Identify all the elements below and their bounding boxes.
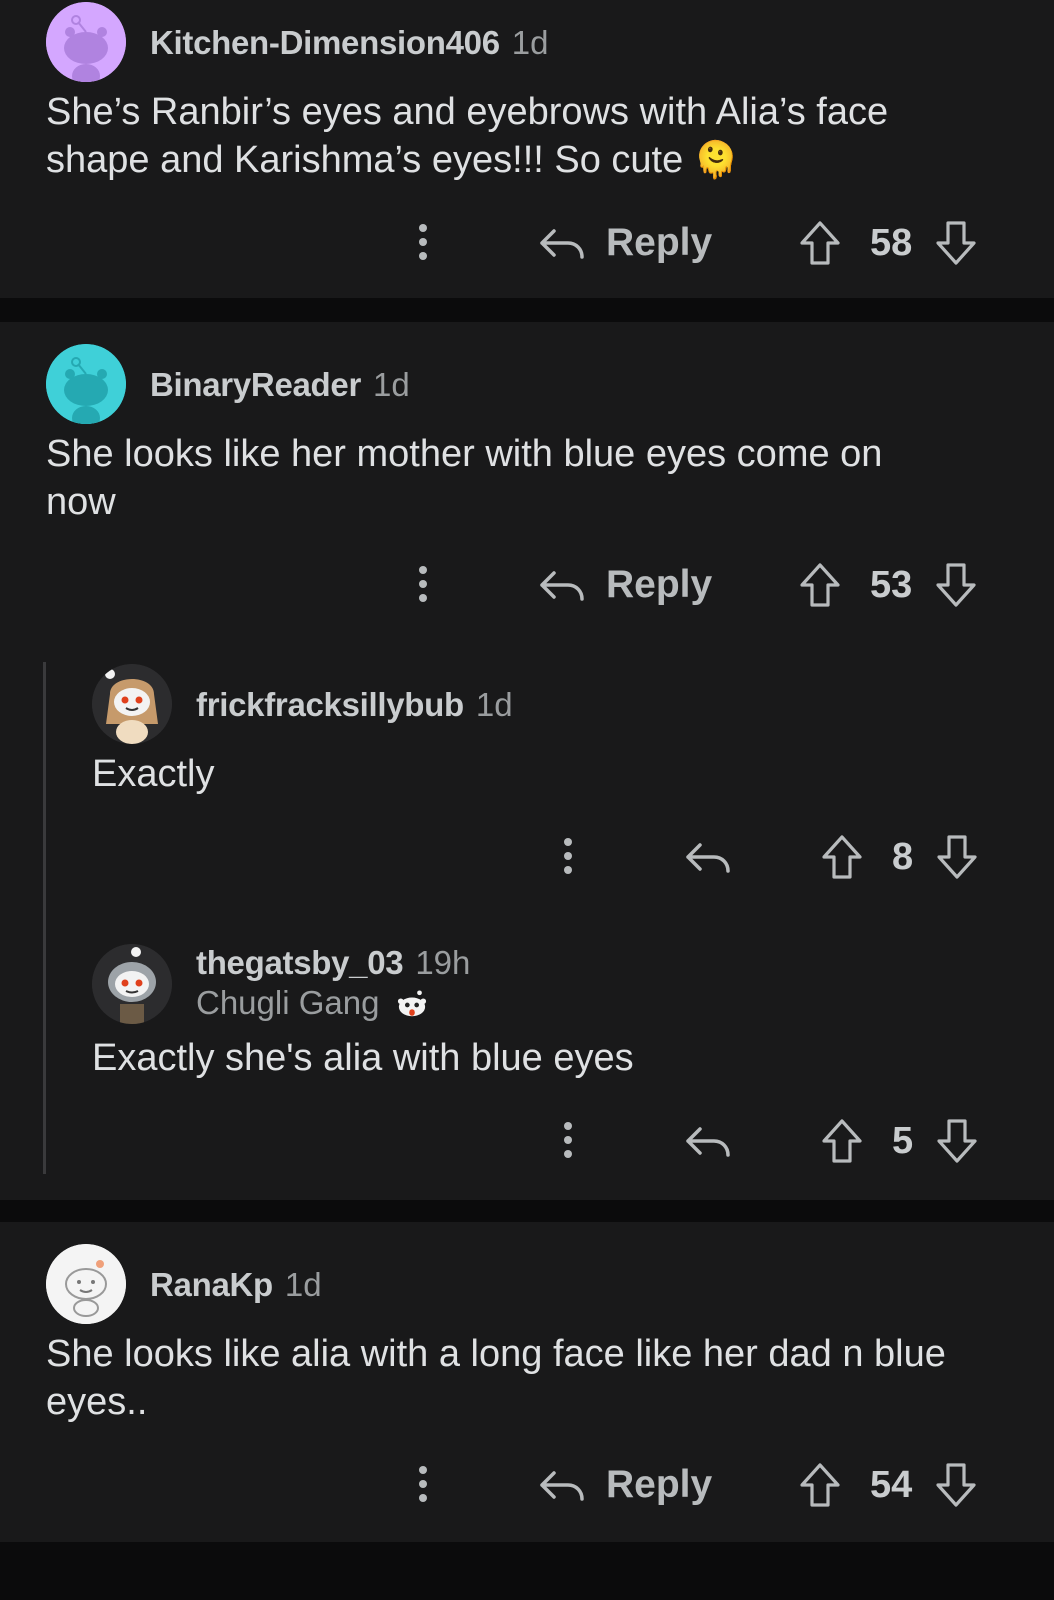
avatar[interactable] <box>46 2 126 82</box>
reply-button[interactable]: Reply <box>538 218 712 268</box>
vote-controls: 8 <box>820 832 979 882</box>
reply-button[interactable] <box>684 832 752 882</box>
vote-score: 58 <box>870 221 913 264</box>
comment-text: She looks like her mother with blue eyes… <box>46 433 883 523</box>
timestamp: 1d <box>511 24 549 61</box>
upvote-arrow-icon[interactable] <box>798 219 842 267</box>
comment-body: She’s Ranbir’s eyes and eyebrows with Al… <box>46 88 976 184</box>
avatar[interactable] <box>92 664 172 744</box>
comment-meta: BinaryReader 1d <box>150 368 410 401</box>
username[interactable]: BinaryReader <box>150 366 361 403</box>
vote-score: 8 <box>892 835 914 878</box>
upvote-arrow-icon[interactable] <box>820 1117 864 1165</box>
more-options-button[interactable] <box>562 838 574 878</box>
comment-meta: thegatsby_03 19h <box>196 946 470 979</box>
timestamp: 1d <box>284 1266 322 1303</box>
upvote-arrow-icon[interactable] <box>820 833 864 881</box>
downvote-arrow-icon[interactable] <box>934 561 978 609</box>
comment-text: Exactly she's alia with blue eyes <box>92 1037 634 1079</box>
reply-arrow-icon <box>540 571 584 601</box>
reply-button[interactable] <box>684 1116 752 1166</box>
snoo-flair-icon <box>397 990 426 1017</box>
reply-arrow-icon <box>686 843 730 873</box>
comment-card-3: RanaKp 1d She looks like alia with a long… <box>0 1222 1054 1542</box>
comment-text: She’s Ranbir’s eyes and eyebrows with Al… <box>46 91 889 181</box>
more-options-button[interactable] <box>417 566 429 606</box>
user-flair: Chugli Gang <box>196 986 429 1020</box>
comment-card-2: BinaryReader 1d She looks like her mother… <box>0 322 1054 1200</box>
comment-text: Exactly <box>92 753 215 795</box>
thread-line[interactable] <box>43 662 46 1174</box>
username[interactable]: RanaKp <box>150 1266 273 1303</box>
upvote-arrow-icon[interactable] <box>798 561 842 609</box>
vote-controls: 5 <box>820 1116 979 1166</box>
vote-score: 5 <box>892 1119 914 1162</box>
username[interactable]: Kitchen-Dimension406 <box>150 24 500 61</box>
comment-text: She looks like alia with a long face lik… <box>46 1333 946 1423</box>
username[interactable]: frickfracksillybub <box>196 686 464 723</box>
snoo-avatar-icon <box>92 944 172 1024</box>
avatar[interactable] <box>92 944 172 1024</box>
comment-meta: frickfracksillybub 1d <box>196 688 513 721</box>
flair-text: Chugli Gang <box>196 984 380 1021</box>
timestamp: 19h <box>415 944 471 981</box>
melting-face-emoji: 🫠 <box>693 139 739 180</box>
comment-meta: Kitchen-Dimension406 1d <box>150 26 548 59</box>
downvote-arrow-icon[interactable] <box>934 219 978 267</box>
comment-card-1: Kitchen-Dimension406 1d She’s Ranbir’s ey… <box>0 0 1054 298</box>
reply-button[interactable]: Reply <box>538 560 712 610</box>
reply-label: Reply <box>606 563 713 606</box>
more-options-button[interactable] <box>417 1466 429 1506</box>
avatar[interactable] <box>46 1244 126 1324</box>
reply-arrow-icon <box>540 229 584 259</box>
vote-controls: 53 <box>798 560 978 610</box>
downvote-arrow-icon[interactable] <box>934 1461 978 1509</box>
upvote-arrow-icon[interactable] <box>798 1461 842 1509</box>
username[interactable]: thegatsby_03 <box>196 944 404 981</box>
reply-button[interactable]: Reply <box>538 1460 712 1510</box>
reply-label: Reply <box>606 221 713 264</box>
vote-score: 54 <box>870 1463 913 1506</box>
snoo-avatar-icon <box>46 344 126 424</box>
reply-arrow-icon <box>686 1127 730 1157</box>
more-options-button[interactable] <box>562 1122 574 1162</box>
snoo-avatar-icon <box>92 664 172 744</box>
comment-meta: RanaKp 1d <box>150 1268 322 1301</box>
timestamp: 1d <box>475 686 513 723</box>
vote-controls: 58 <box>798 218 978 268</box>
timestamp: 1d <box>373 366 410 403</box>
snoo-avatar-icon <box>46 2 126 82</box>
vote-score: 53 <box>870 563 913 606</box>
snoo-avatar-icon <box>46 1244 126 1324</box>
avatar[interactable] <box>46 344 126 424</box>
vote-controls: 54 <box>798 1460 978 1510</box>
downvote-arrow-icon[interactable] <box>935 833 979 881</box>
reply-arrow-icon <box>540 1471 584 1501</box>
more-options-button[interactable] <box>417 224 429 264</box>
downvote-arrow-icon[interactable] <box>935 1117 979 1165</box>
reply-label: Reply <box>606 1463 713 1506</box>
